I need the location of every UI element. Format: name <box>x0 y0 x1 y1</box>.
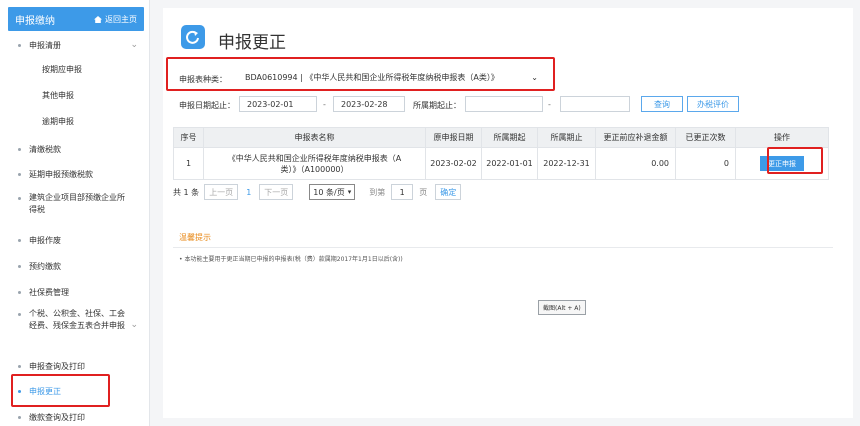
period-dash: - <box>548 100 551 109</box>
bullet-icon <box>18 43 21 47</box>
page-size-select[interactable]: 10 条/页 ▾ <box>309 184 356 200</box>
sidebar-item-label: 清缴税款 <box>29 144 61 154</box>
sidebar-item-payment-query[interactable]: 缴款查询及打印 <box>8 409 144 425</box>
date-range-label: 申报日期起止： <box>179 101 235 110</box>
cell-period-start: 2022-01-01 <box>481 147 538 180</box>
next-page-button[interactable]: 下一页 <box>259 184 294 200</box>
goto-label: 到第 <box>369 187 386 197</box>
query-button[interactable]: 查询 <box>641 96 683 112</box>
cell-period-end: 2022-12-31 <box>537 147 596 180</box>
sidebar-item-social-security[interactable]: 社保费管理 <box>8 284 144 300</box>
total-count: 共 1 条 <box>173 187 200 197</box>
sidebar-item-label: 个税、公积金、社保、工会经费、残保金五表合并申报 <box>29 309 125 330</box>
sidebar-item-query-print[interactable]: 申报查询及打印 <box>8 358 144 374</box>
page-size-value: 10 条/页 <box>313 187 345 197</box>
sidebar-subitem-label: 按期应申报 <box>42 64 82 74</box>
sidebar-item-label: 申报作废 <box>29 235 61 245</box>
sidebar-item-five-in-one[interactable]: 个税、公积金、社保、工会经费、残保金五表合并申报 ⌄ <box>8 308 144 348</box>
tips-text: • 本功能主要用于更正当期已申报的申报表(税（费）款属期2017年1月1日以后(… <box>179 256 403 263</box>
bullet-icon <box>18 147 21 151</box>
bullet-icon <box>18 415 21 419</box>
goto-confirm-button[interactable]: 确定 <box>435 184 462 200</box>
bullet-icon <box>18 264 21 268</box>
column-header: 申报表名称 <box>203 127 426 148</box>
highlight-box <box>166 57 555 91</box>
bullet-icon <box>18 290 21 294</box>
form-name-line: 类）》（A100000） <box>280 164 349 174</box>
sidebar-item-label: 申报清册 <box>29 40 61 50</box>
sidebar-subitem-label: 逾期申报 <box>42 116 74 126</box>
column-header: 原申报日期 <box>425 127 482 148</box>
highlight-box <box>11 374 110 407</box>
date-to-input[interactable]: 2023-02-28 <box>333 96 405 112</box>
bullet-icon <box>18 313 21 316</box>
chevron-down-icon: ▾ <box>347 188 352 196</box>
sidebar-item-deferred[interactable]: 延期申报预缴税款 <box>8 166 144 182</box>
sidebar-title: 申报缴纳 <box>15 15 55 27</box>
chevron-down-icon: ⌄ <box>130 40 138 50</box>
sidebar-item-label: 社保费管理 <box>29 287 69 297</box>
column-header: 所属期起 <box>481 127 538 148</box>
date-dash: - <box>323 100 326 109</box>
sidebar-item-clear-tax[interactable]: 清缴税款 <box>8 141 144 157</box>
cell-form-name: 《中华人民共和国企业所得税年度纳税申报表（A 类）》（A100000） <box>203 147 426 180</box>
bullet-icon <box>18 172 21 176</box>
sidebar-subitem-overdue[interactable]: 逾期申报 <box>8 110 144 132</box>
column-header: 已更正次数 <box>675 127 736 148</box>
sidebar-item-appointment[interactable]: 预约缴款 <box>8 258 144 274</box>
tax-evaluation-button[interactable]: 办税评价 <box>687 96 739 112</box>
home-icon <box>94 15 102 23</box>
app-root: 申报缴纳 返回主页 申报清册 ⌄ 按期应申报 其他申报 逾期申报 清缴税款 延期… <box>0 0 860 426</box>
correction-icon <box>181 25 205 49</box>
home-link-label: 返回主页 <box>105 14 137 24</box>
table-row: 1 《中华人民共和国企业所得税年度纳税申报表（A 类）》（A100000） 20… <box>173 147 829 180</box>
period-label: 所属期起止： <box>413 101 461 110</box>
correction-table: 序号 申报表名称 原申报日期 所属期起 所属期止 更正前应补退金额 已更正次数 … <box>173 127 829 180</box>
main-panel: 申报更正 申报表种类： BDA0610994 | 《中华人民共和国企业所得税年度… <box>163 8 853 418</box>
sidebar-item-label: 预约缴款 <box>29 261 61 271</box>
bullet-icon <box>18 197 21 200</box>
cell-index: 1 <box>173 147 204 180</box>
form-name-line: 《中华人民共和国企业所得税年度纳税申报表（A <box>227 153 402 163</box>
prev-page-button[interactable]: 上一页 <box>204 184 239 200</box>
goto-page-input[interactable]: 1 <box>391 184 414 200</box>
page-title: 申报更正 <box>218 33 286 53</box>
column-header: 操作 <box>735 127 829 148</box>
bullet-icon <box>18 364 21 368</box>
pagination: 共 1 条 上一页 1 下一页 10 条/页 ▾ 到第 1 页 确定 <box>173 184 462 200</box>
page-unit: 页 <box>419 187 428 197</box>
cell-amount: 0.00 <box>595 147 676 180</box>
sidebar-subitem-other[interactable]: 其他申报 <box>8 84 144 106</box>
sidebar-item-declaration-list[interactable]: 申报清册 ⌄ <box>8 36 144 54</box>
highlight-box <box>767 147 823 174</box>
home-link[interactable]: 返回主页 <box>94 14 137 25</box>
sidebar-subitem-label: 其他申报 <box>42 90 74 100</box>
column-header: 更正前应补退金额 <box>595 127 676 148</box>
period-to-input[interactable] <box>560 96 630 112</box>
chevron-down-icon: ⌄ <box>130 320 138 330</box>
sidebar-item-label: 建筑企业项目部预缴企业所得税 <box>29 193 125 214</box>
divider <box>173 247 833 248</box>
sidebar-item-label: 缴款查询及打印 <box>29 412 85 422</box>
tips-title: 温馨提示 <box>179 233 211 242</box>
column-header: 所属期止 <box>537 127 596 148</box>
current-page[interactable]: 1 <box>246 188 251 197</box>
sidebar-item-construction[interactable]: 建筑企业项目部预缴企业所得税 <box>8 192 144 220</box>
date-from-input[interactable]: 2023-02-01 <box>239 96 317 112</box>
period-from-input[interactable] <box>465 96 543 112</box>
sidebar-header: 申报缴纳 返回主页 <box>8 7 144 31</box>
screenshot-tooltip: 截图(Alt + A) <box>538 300 586 315</box>
bullet-icon <box>18 238 21 242</box>
column-header: 序号 <box>173 127 204 148</box>
sidebar: 申报缴纳 返回主页 申报清册 ⌄ 按期应申报 其他申报 逾期申报 清缴税款 延期… <box>0 0 150 426</box>
cell-count: 0 <box>675 147 736 180</box>
sidebar-item-void[interactable]: 申报作废 <box>8 232 144 248</box>
sidebar-item-label: 申报查询及打印 <box>29 361 85 371</box>
cell-orig-date: 2023-02-02 <box>425 147 482 180</box>
table-header-row: 序号 申报表名称 原申报日期 所属期起 所属期止 更正前应补退金额 已更正次数 … <box>173 127 829 148</box>
sidebar-subitem-periodic[interactable]: 按期应申报 <box>8 58 144 80</box>
sidebar-item-label: 延期申报预缴税款 <box>29 169 93 179</box>
